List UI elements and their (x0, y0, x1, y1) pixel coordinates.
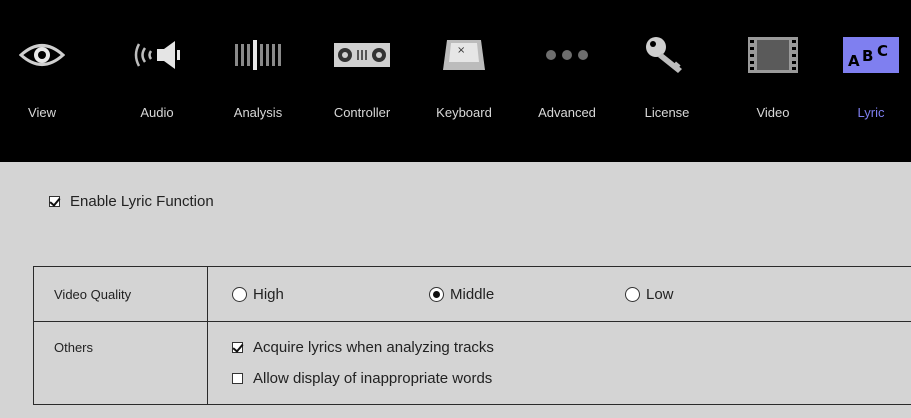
tab-lyric[interactable]: A B C Lyric (831, 30, 911, 130)
radio-icon[interactable] (429, 287, 444, 302)
svg-text:×: × (457, 45, 465, 56)
tab-label: Analysis (233, 105, 283, 120)
tab-label: License (644, 105, 690, 120)
radio-label: High (253, 286, 284, 303)
radio-low[interactable]: Low (625, 286, 674, 303)
key-icon (627, 30, 707, 80)
tab-label: Video (756, 105, 790, 120)
radio-icon[interactable] (232, 287, 247, 302)
tab-label: Advanced (538, 105, 596, 120)
row-divider (34, 321, 911, 322)
checkbox-label: Acquire lyrics when analyzing tracks (253, 339, 494, 356)
svg-text:A: A (848, 52, 860, 70)
enable-lyric-label: Enable Lyric Function (70, 193, 214, 210)
keyboard-key-icon: × (424, 30, 504, 80)
tab-label: Controller (333, 105, 391, 120)
eye-icon (2, 30, 82, 80)
tab-video[interactable]: Video (733, 30, 813, 130)
film-icon (733, 30, 813, 80)
tab-audio[interactable]: Audio (117, 30, 197, 130)
checkbox-icon[interactable] (232, 342, 243, 353)
top-toolbar: View Audio Analysis Controller × Keyboar… (0, 0, 911, 162)
svg-text:B: B (862, 47, 873, 65)
column-divider (207, 267, 208, 404)
tab-label: Lyric (857, 105, 885, 120)
radio-label: Middle (450, 286, 495, 303)
radio-icon[interactable] (625, 287, 640, 302)
svg-text:C: C (877, 42, 888, 60)
checkbox-label: Allow display of inappropriate words (253, 370, 493, 387)
inappropriate-words-checkbox[interactable]: Allow display of inappropriate words (232, 370, 492, 387)
radio-label: Low (646, 286, 674, 303)
waveform-icon (218, 30, 298, 80)
checkbox-icon[interactable] (49, 196, 60, 207)
controller-icon (322, 30, 402, 80)
tab-label: Keyboard (436, 105, 492, 120)
tab-advanced[interactable]: Advanced (527, 30, 607, 130)
speaker-icon (117, 30, 197, 80)
checkbox-icon[interactable] (232, 373, 243, 384)
acquire-lyrics-checkbox[interactable]: Acquire lyrics when analyzing tracks (232, 339, 494, 356)
settings-table: Video Quality High Middle Low Others Acq… (33, 266, 911, 405)
tab-view[interactable]: View (2, 30, 82, 130)
tab-keyboard[interactable]: × Keyboard (424, 30, 504, 130)
tab-label: View (28, 105, 56, 120)
tab-license[interactable]: License (627, 30, 707, 130)
radio-high[interactable]: High (232, 286, 284, 303)
tab-analysis[interactable]: Analysis (218, 30, 298, 130)
tab-label: Audio (140, 105, 174, 120)
enable-lyric-checkbox[interactable]: Enable Lyric Function (49, 193, 214, 210)
dots-icon (527, 30, 607, 80)
others-label: Others (54, 340, 94, 355)
video-quality-label: Video Quality (54, 287, 132, 302)
tab-controller[interactable]: Controller (322, 30, 402, 130)
abc-icon: A B C (831, 30, 911, 80)
radio-middle[interactable]: Middle (429, 286, 494, 303)
